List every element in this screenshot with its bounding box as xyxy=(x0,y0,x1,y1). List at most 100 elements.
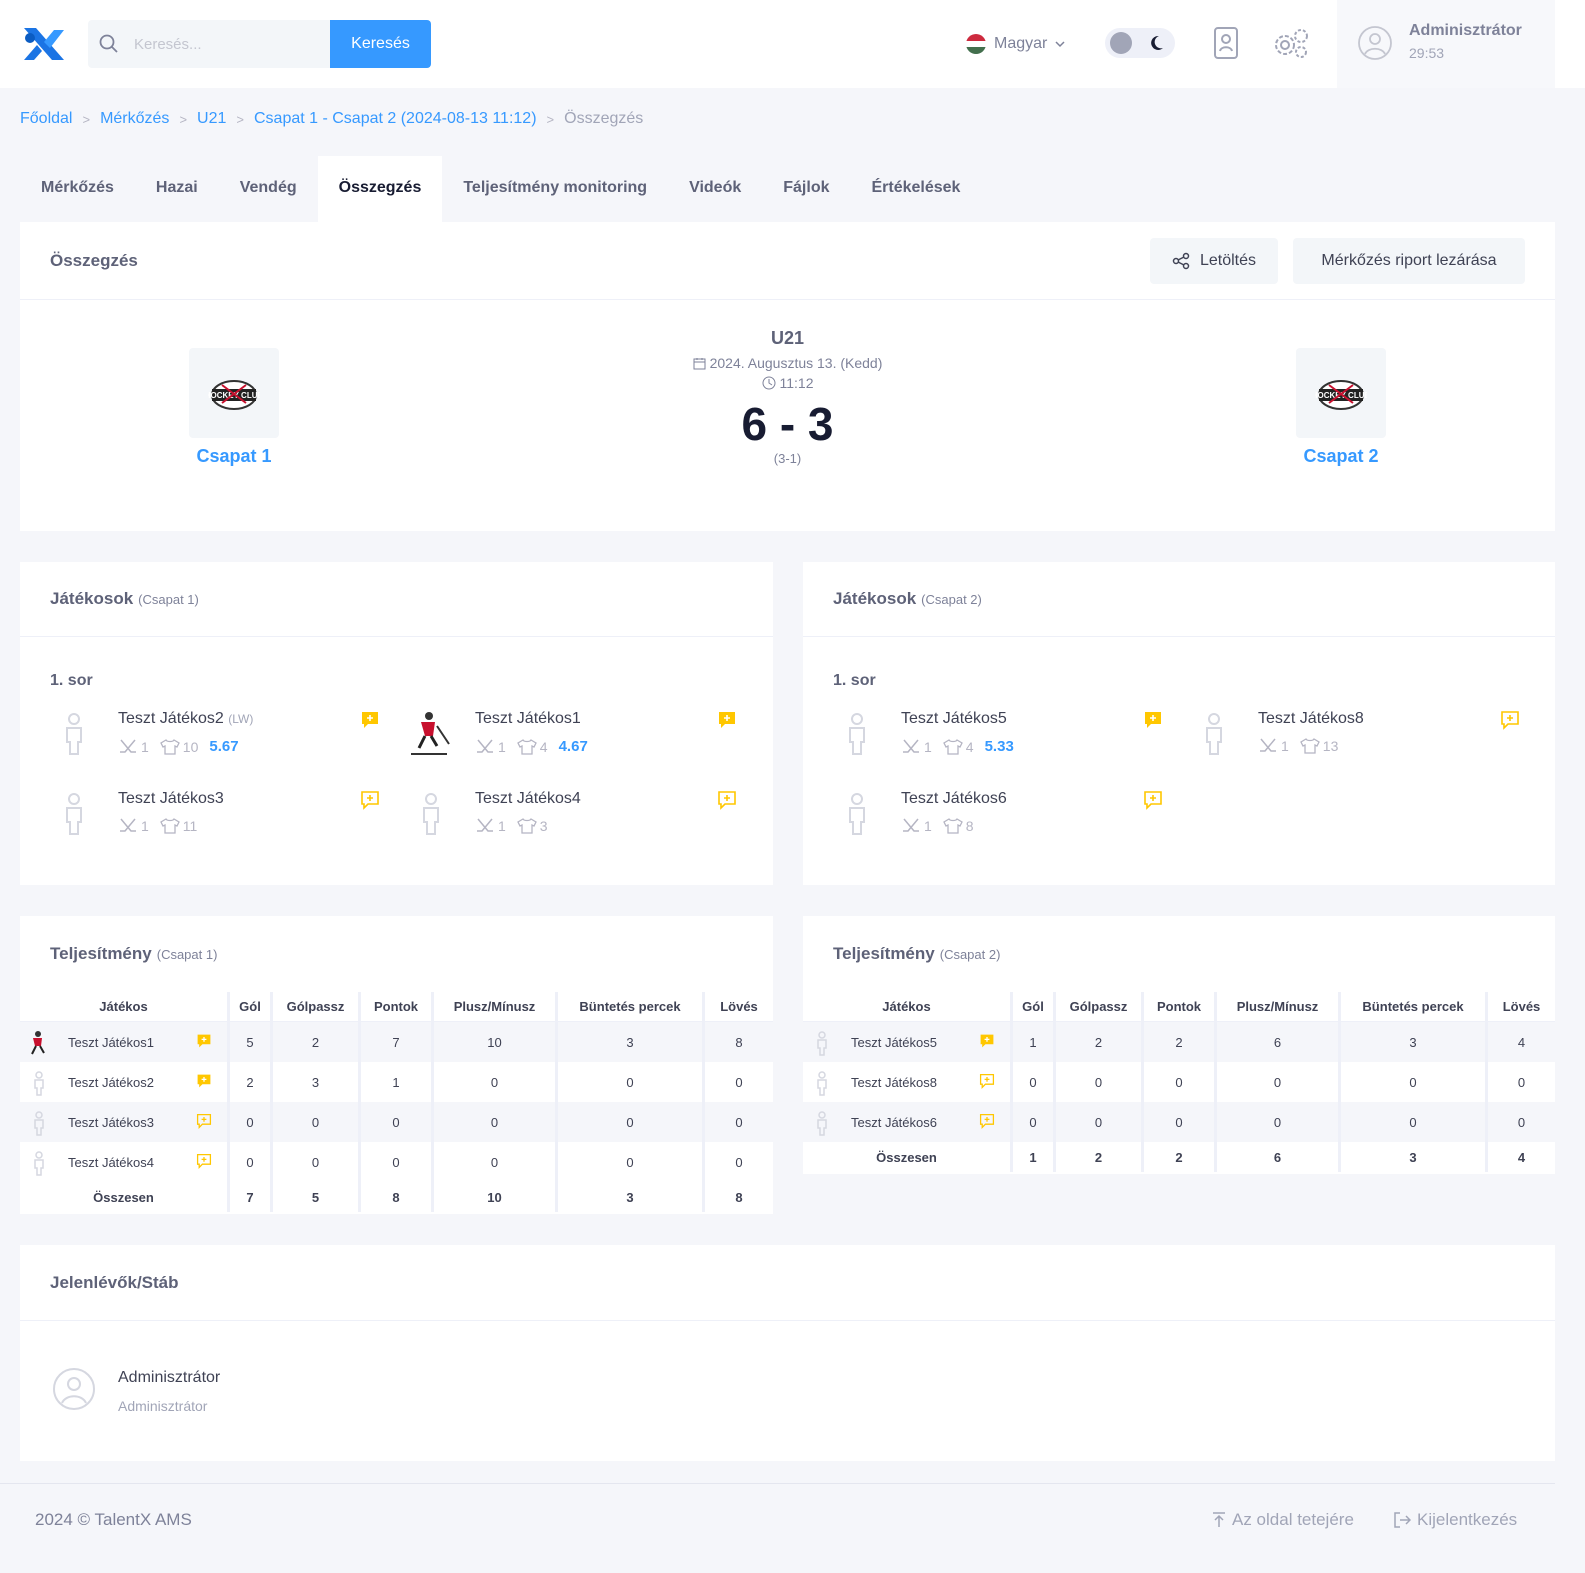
logo-text: HOCKEY CLUB xyxy=(1315,391,1367,400)
logo-text: HOCKEY CLUB xyxy=(208,391,260,400)
plus-minus-cell: 0 xyxy=(434,1062,558,1102)
player-card[interactable]: Teszt Játékos5 1 4 5.33 xyxy=(833,710,1163,770)
player-games: 1 xyxy=(924,738,932,755)
arrow-up-icon xyxy=(1213,1512,1225,1527)
shots-cell: 4 xyxy=(1488,1022,1555,1062)
staff-card: Jelenlévők/Stáb Adminisztrátor Adminiszt… xyxy=(20,1245,1555,1461)
players-away-header: Játékosok (Csapat 2) xyxy=(803,562,1555,637)
player-name[interactable]: Teszt Játékos1 xyxy=(68,1035,154,1050)
player-card[interactable]: Teszt Játékos3 1 11 xyxy=(50,790,380,850)
comment-filled-icon[interactable] xyxy=(1143,710,1163,730)
comment-add-icon[interactable] xyxy=(1500,710,1520,730)
jersey-icon xyxy=(942,738,963,755)
match-info: U21 2024. Augusztus 13. (Kedd) 11:12 6 -… xyxy=(580,328,995,466)
breadcrumb: Főoldal > Mérkőzés > U21 > Csapat 1 - Csapa… xyxy=(20,110,644,128)
player-silhouette-icon xyxy=(817,1071,827,1096)
comment-add-icon[interactable] xyxy=(196,1113,212,1129)
goals-cell: 0 xyxy=(230,1102,273,1142)
search-icon xyxy=(99,34,118,53)
comment-add-icon[interactable] xyxy=(979,1113,995,1129)
away-team-name[interactable]: Csapat 2 xyxy=(1271,446,1411,467)
player-silhouette-icon xyxy=(1206,713,1222,755)
player-games: 1 xyxy=(1281,738,1289,754)
player-name[interactable]: Teszt Játékos5 xyxy=(851,1035,937,1050)
column-header: Játékos xyxy=(20,992,230,1022)
column-header: Büntetés percek xyxy=(558,992,705,1022)
comment-add-icon[interactable] xyxy=(1143,790,1163,810)
period-score: (3-1) xyxy=(773,451,802,466)
tab-away[interactable]: Vendég xyxy=(219,156,318,222)
player-card[interactable]: Teszt Játékos6 1 8 xyxy=(833,790,1163,850)
home-team-logo: HOCKEY CLUB xyxy=(189,348,279,438)
logout-icon xyxy=(1394,1512,1411,1528)
search-button[interactable]: Keresés xyxy=(330,20,431,68)
penalty-minutes-cell: 0 xyxy=(1341,1102,1488,1142)
player-card[interactable]: Teszt Játékos1 1 4 4.67 xyxy=(407,710,737,770)
assists-cell: 0 xyxy=(273,1102,361,1142)
comment-filled-icon[interactable] xyxy=(360,710,380,730)
player-name[interactable]: Teszt Játékos4 xyxy=(68,1155,154,1170)
comment-add-icon[interactable] xyxy=(717,790,737,810)
tab-performance-monitoring[interactable]: Teljesítmény monitoring xyxy=(442,156,668,222)
staff-card-header: Jelenlévők/Stáb xyxy=(20,1245,1555,1321)
goals-cell: 0 xyxy=(1013,1062,1056,1102)
plus-minus-cell: 0 xyxy=(434,1142,558,1182)
back-to-top-link[interactable]: Az oldal tetejére xyxy=(1212,1510,1354,1530)
performance-home-table: Játékos Gól Gólpassz Pontok Plusz/Mínusz… xyxy=(20,992,773,1212)
player-number: 11 xyxy=(182,818,198,834)
tab-videos[interactable]: Videók xyxy=(668,156,762,222)
breadcrumb-fixture[interactable]: Csapat 1 - Csapat 2 (2024-08-13 11:12) xyxy=(254,110,537,128)
shots-cell: 0 xyxy=(1488,1102,1555,1142)
user-menu[interactable]: Adminisztrátor 29:53 xyxy=(1337,0,1555,88)
player-name: Teszt Játékos3 xyxy=(118,790,224,807)
close-report-button[interactable]: Mérkőzés riport lezárása xyxy=(1293,238,1525,284)
download-button[interactable]: Letöltés xyxy=(1150,238,1278,284)
logout-link[interactable]: Kijelentkezés xyxy=(1393,1510,1517,1530)
player-card[interactable]: Teszt Játékos2 (LW) 1 10 5.67 xyxy=(50,710,380,770)
avatar-icon xyxy=(53,1368,95,1410)
table-row: Teszt Játékos1 5 2 7 10 3 8 xyxy=(20,1022,773,1062)
performance-away-card: Teljesítmény (Csapat 2) Játékos Gól Gólpa… xyxy=(803,916,1555,1174)
goals-cell: 0 xyxy=(1013,1102,1056,1142)
total-plus-minus: 10 xyxy=(434,1182,558,1212)
plus-minus-cell: 0 xyxy=(434,1102,558,1142)
home-team-name[interactable]: Csapat 1 xyxy=(164,446,304,467)
comment-add-icon[interactable] xyxy=(979,1073,995,1089)
assists-cell: 0 xyxy=(1056,1102,1144,1142)
comment-filled-icon[interactable] xyxy=(196,1073,212,1089)
player-position: (LW) xyxy=(228,712,254,726)
comment-filled-icon[interactable] xyxy=(717,710,737,730)
comment-filled-icon[interactable] xyxy=(196,1033,212,1049)
comment-filled-icon[interactable] xyxy=(979,1033,995,1049)
comment-add-icon[interactable] xyxy=(196,1153,212,1169)
tab-summary[interactable]: Összegzés xyxy=(317,156,443,222)
column-header: Plusz/Mínusz xyxy=(1217,992,1341,1022)
hungarian-flag-icon xyxy=(966,34,986,54)
settings-gears-icon[interactable] xyxy=(1272,26,1310,60)
tab-home[interactable]: Hazai xyxy=(135,156,219,222)
search-input[interactable] xyxy=(134,20,324,68)
match-time: 11:12 xyxy=(779,375,814,391)
tab-files[interactable]: Fájlok xyxy=(762,156,850,222)
total-row: Összesen 1 2 2 6 3 4 xyxy=(803,1142,1555,1172)
language-selector[interactable]: Magyar xyxy=(966,32,1065,56)
tab-evaluations[interactable]: Értékelések xyxy=(850,156,981,222)
total-points: 8 xyxy=(361,1182,434,1212)
column-header: Plusz/Mínusz xyxy=(434,992,558,1022)
player-card[interactable]: Teszt Játékos8 1 13 xyxy=(1190,710,1520,770)
player-name[interactable]: Teszt Játékos8 xyxy=(851,1075,937,1090)
player-name[interactable]: Teszt Játékos2 xyxy=(68,1075,154,1090)
dark-mode-toggle[interactable] xyxy=(1105,28,1175,58)
player-name[interactable]: Teszt Játékos3 xyxy=(68,1115,154,1130)
player-games: 1 xyxy=(141,818,149,834)
breadcrumb-match[interactable]: Mérkőzés xyxy=(100,110,169,128)
tab-match[interactable]: Mérkőzés xyxy=(20,156,135,222)
breadcrumb-home[interactable]: Főoldal xyxy=(20,110,72,128)
contacts-icon[interactable] xyxy=(1212,26,1240,60)
talentx-logo[interactable] xyxy=(20,24,68,64)
player-name[interactable]: Teszt Játékos6 xyxy=(851,1115,937,1130)
comment-add-icon[interactable] xyxy=(360,790,380,810)
table-row: Teszt Játékos3 0 0 0 0 0 0 xyxy=(20,1102,773,1142)
player-card[interactable]: Teszt Játékos4 1 3 xyxy=(407,790,737,850)
breadcrumb-category[interactable]: U21 xyxy=(197,110,226,128)
